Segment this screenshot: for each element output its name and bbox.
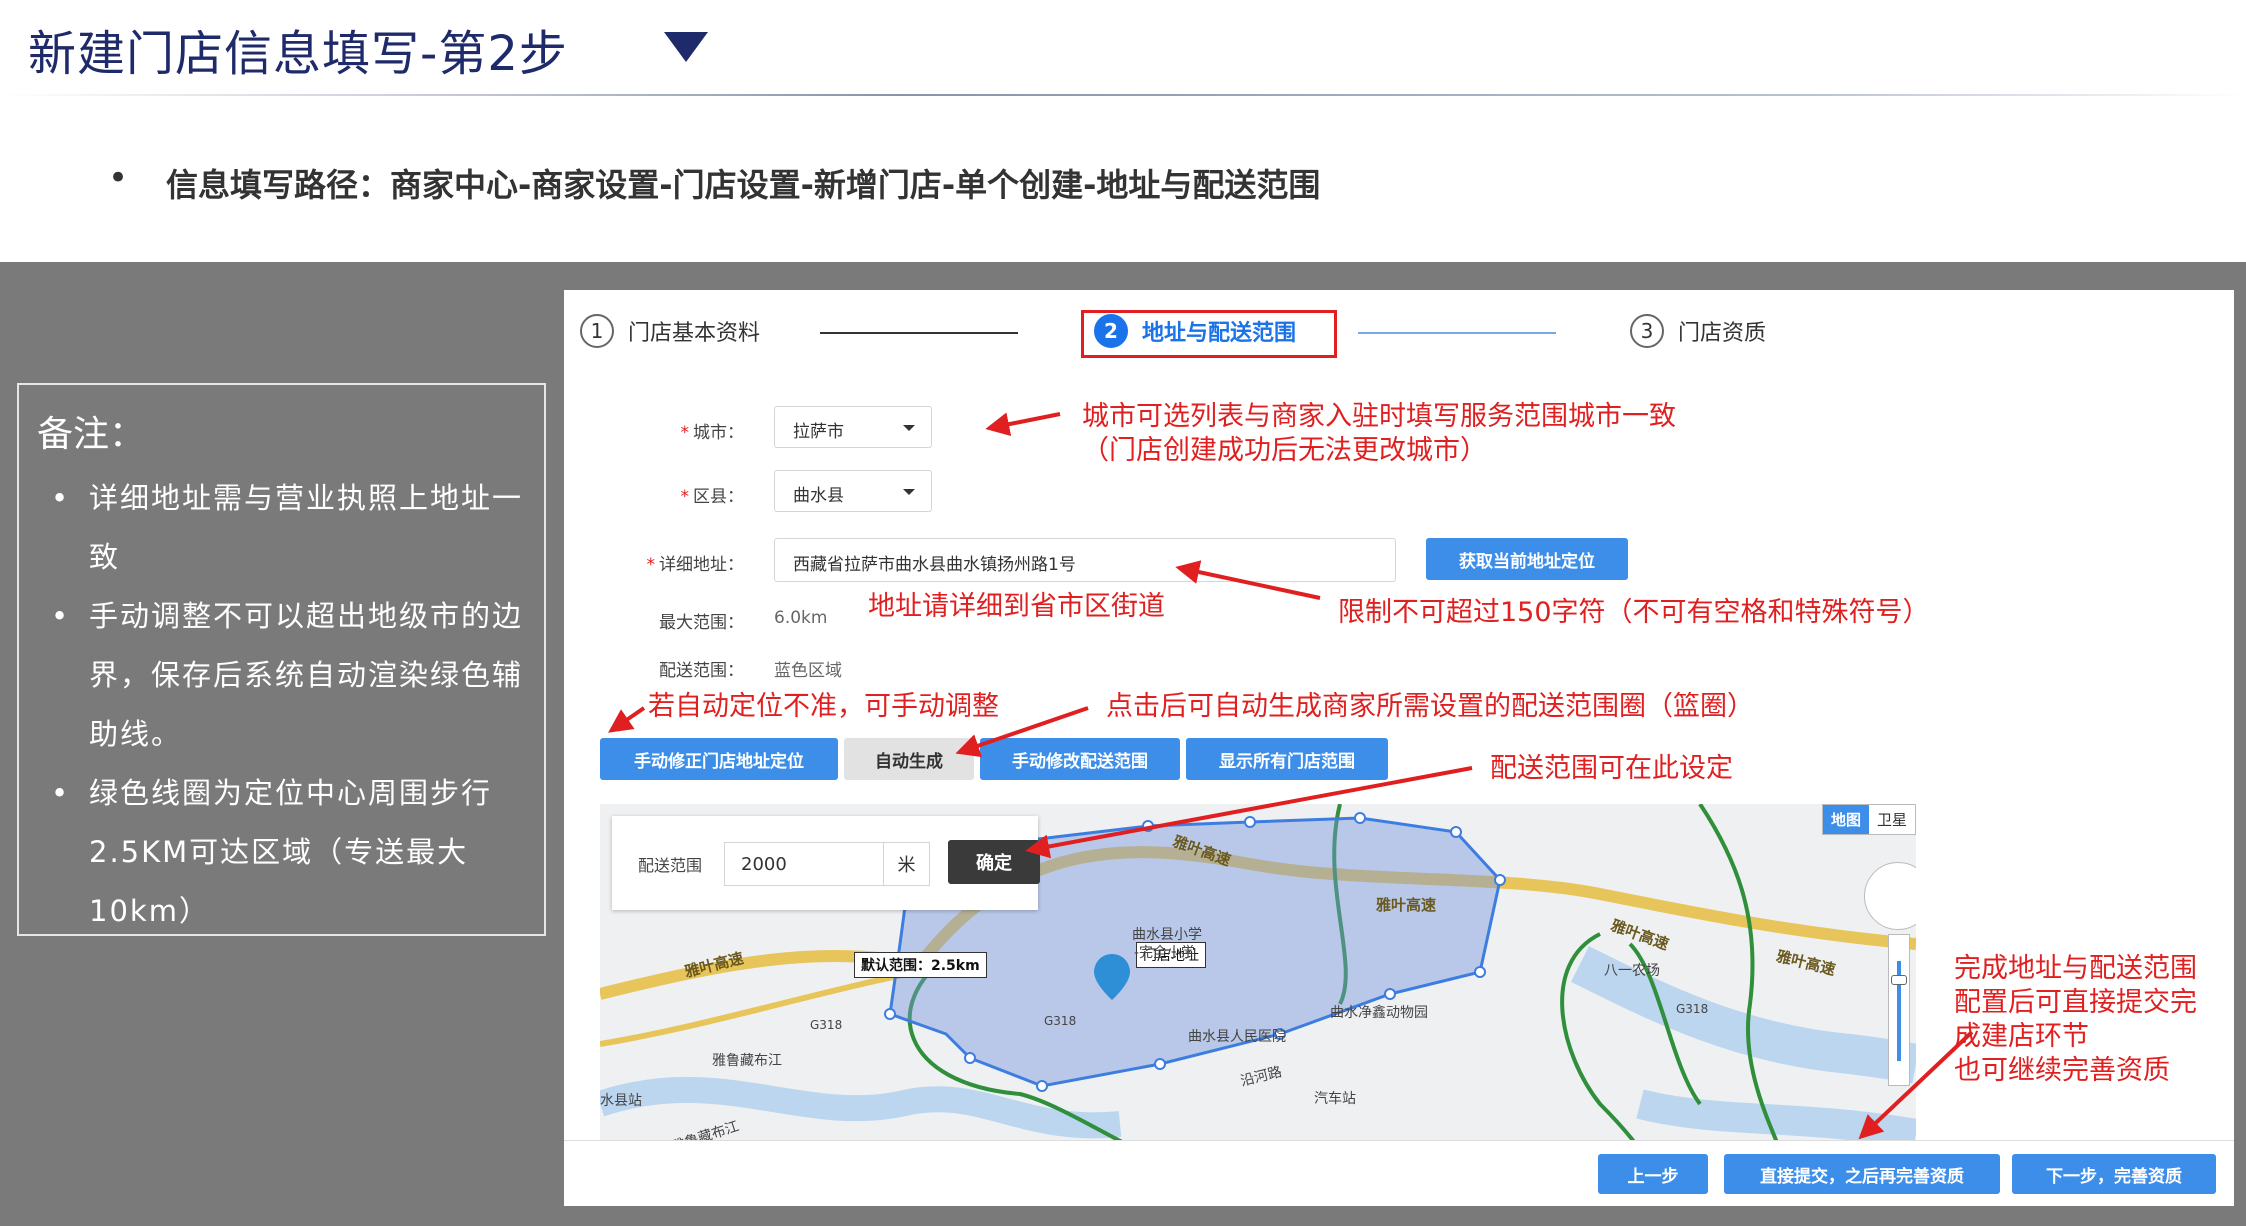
annotation-range-set: 配送范围可在此设定 (1490, 753, 1733, 784)
step-number: 3 (1630, 314, 1664, 348)
title-divider (0, 94, 2246, 96)
step-label: 门店基本资料 (628, 321, 761, 346)
notes-title: 备注： (37, 414, 146, 455)
slide-title: 新建门店信息填写-第2步 (28, 26, 568, 82)
note-item: 详细地址需与营业执照上地址一致 (37, 469, 526, 587)
map-type-map[interactable]: 地图 (1822, 805, 1869, 834)
delivery-map[interactable]: 配送范围 2000 米 确定 地图 卫星 默认范围：2.5km 门店地址 雅叶高… (600, 804, 1916, 1150)
slide-header: 新建门店信息填写-第2步 (0, 0, 2246, 96)
step-3[interactable]: 3 门店资质 (1630, 314, 1766, 348)
address-input[interactable]: 西藏省拉萨市曲水县曲水镇扬州路1号 (774, 538, 1396, 582)
map-label-farm: 八一农场 (1604, 963, 1660, 979)
map-label-road: 雅叶高速 (1376, 896, 1437, 914)
map-label-hospital: 曲水县人民医院 (1188, 1029, 1286, 1045)
annotation-city-lock: （门店创建成功后无法更改城市） (1082, 435, 1487, 466)
range-popup: 配送范围 2000 米 确定 (612, 816, 1040, 910)
direct-submit-button[interactable]: 直接提交，之后再完善资质 (1724, 1154, 2000, 1194)
zoom-slider[interactable] (1888, 934, 1910, 1086)
step-connector (1358, 332, 1556, 334)
map-label-station: 水县站 (600, 1093, 642, 1109)
prev-step-button[interactable]: 上一步 (1598, 1154, 1708, 1194)
max-range-label: 最大范围： (659, 613, 744, 633)
step-1[interactable]: 1 门店基本资料 (580, 314, 760, 348)
map-label-highway: G318 (1044, 1014, 1077, 1028)
step-label: 门店资质 (1678, 321, 1767, 346)
map-label-zoo: 曲水净鑫动物园 (1330, 1005, 1428, 1021)
next-step-button[interactable]: 下一步，完善资质 (2012, 1154, 2216, 1194)
step-connector (820, 332, 1018, 334)
map-label-highway: G318 (810, 1018, 843, 1032)
city-label: * 城市： (680, 423, 745, 443)
delivery-range-value: 蓝色区域 (774, 661, 842, 681)
manual-range-button[interactable]: 手动修改配送范围 (980, 738, 1180, 780)
default-range-callout: 默认范围：2.5km (854, 952, 987, 978)
auto-generate-button[interactable]: 自动生成 (844, 738, 974, 780)
max-range-value: 6.0km (774, 608, 828, 628)
range-unit: 米 (884, 842, 930, 886)
confirm-button[interactable]: 确定 (948, 840, 1040, 884)
district-select[interactable]: 曲水县 (774, 470, 932, 512)
step-number: 1 (580, 314, 614, 348)
chevron-down-icon (903, 425, 915, 431)
map-label-river: 雅鲁藏布江 (712, 1053, 782, 1069)
zoom-handle[interactable] (1891, 975, 1907, 985)
bullet-icon: • (108, 158, 129, 198)
range-label: 配送范围 (638, 856, 703, 875)
annotation-submit: 也可继续完善资质 (1954, 1055, 2170, 1086)
annotation-submit: 成建店环节 (1954, 1021, 2089, 1052)
chevron-down-icon (903, 489, 915, 495)
city-select[interactable]: 拉萨市 (774, 406, 932, 448)
path-description: 信息填写路径：商家中心-商家设置-门店设置-新增门店-单个创建-地址与配送范围 (166, 166, 1321, 204)
map-label-station: 汽车站 (1314, 1091, 1356, 1107)
manual-locate-button[interactable]: 手动修正门店地址定位 (600, 738, 838, 780)
caret-down-icon (664, 32, 708, 62)
map-type-satellite[interactable]: 卫星 (1868, 805, 1915, 834)
map-type-switch: 地图 卫星 (1821, 804, 1916, 835)
annotation-address-limit: 限制不可超过150字符（不可有空格和特殊符号） (1338, 597, 1930, 628)
step-indicator: 1 门店基本资料 2 地址与配送范围 3 门店资质 (564, 290, 2234, 380)
annotation-address-detail: 地址请详细到省市区街道 (868, 591, 1165, 622)
note-item: 手动调整不可以超出地级市的边界，保存后系统自动渲染绿色辅助线。 (37, 587, 526, 764)
note-item: 绿色线圈为定位中心周围步行2.5KM可达区域（专送最大10km） (37, 764, 526, 941)
delivery-range-label: 配送范围： (659, 661, 744, 681)
annotation-city: 城市可选列表与商家入驻时填写服务范围城市一致 (1082, 401, 1676, 432)
locate-button[interactable]: 获取当前地址定位 (1426, 538, 1628, 580)
map-label-school: -完全小学 (1134, 945, 1196, 961)
annotation-submit: 配置后可直接提交完 (1954, 987, 2197, 1018)
annotation-manual-adjust: 若自动定位不准，可手动调整 (648, 691, 999, 722)
notes-list: 详细地址需与营业执照上地址一致 手动调整不可以超出地级市的边界，保存后系统自动渲… (37, 469, 526, 941)
address-label: * 详细地址： (646, 555, 745, 575)
step-highlight-box (1081, 310, 1337, 358)
map-label-highway: G318 (1676, 1002, 1709, 1016)
range-input[interactable]: 2000 (724, 842, 884, 886)
show-all-ranges-button[interactable]: 显示所有门店范围 (1186, 738, 1388, 780)
notes-box: 备注： 详细地址需与营业执照上地址一致 手动调整不可以超出地级市的边界，保存后系… (17, 383, 546, 936)
annotation-submit: 完成地址与配送范围 (1954, 953, 2197, 984)
map-label-school: 曲水县小学 (1132, 927, 1202, 943)
annotation-auto-generate: 点击后可自动生成商家所需设置的配送范围圈（篮圈） (1106, 691, 1754, 722)
district-label: * 区县： (680, 487, 745, 507)
